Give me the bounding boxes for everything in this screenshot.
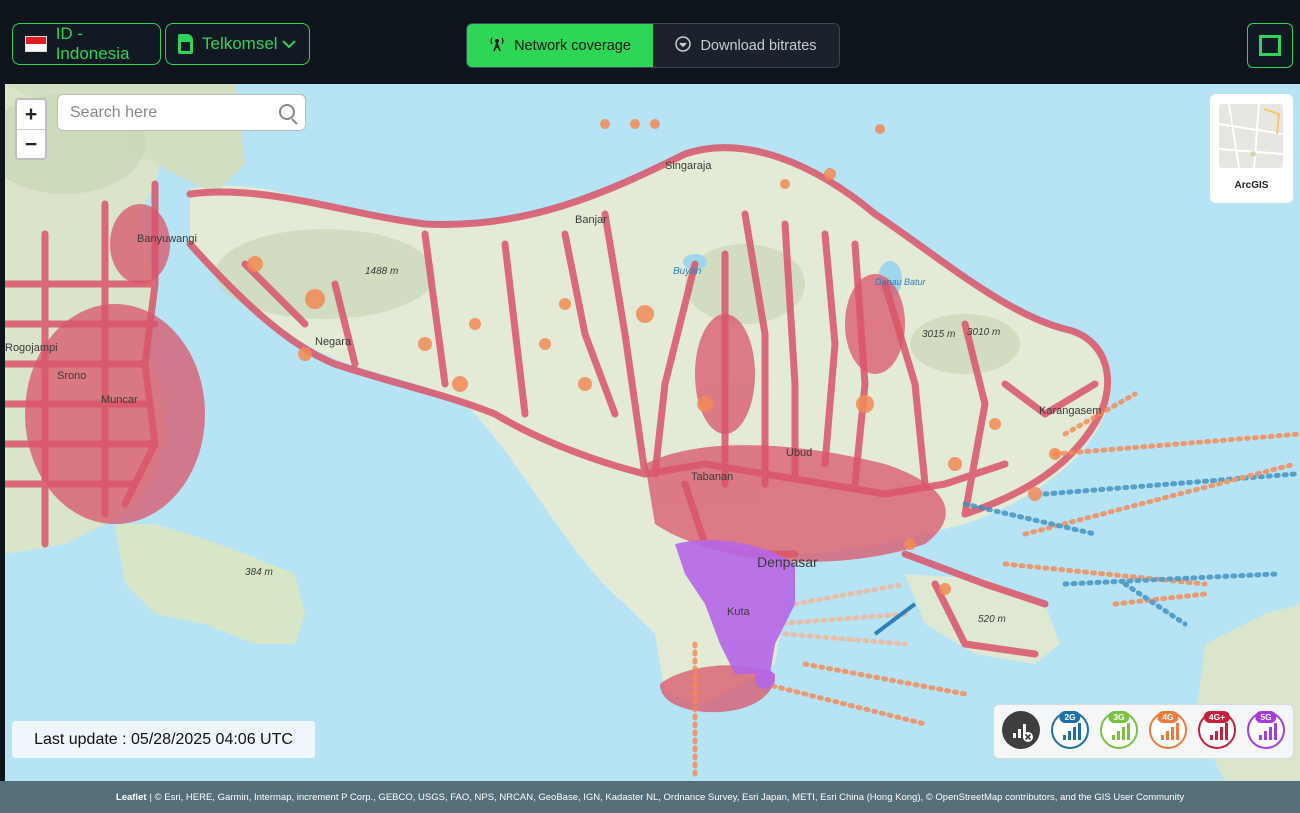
zoom-out-button[interactable]: − — [17, 130, 45, 159]
antenna-icon — [489, 36, 505, 56]
legend-5g-label: 5G — [1255, 711, 1277, 723]
legend-no-signal[interactable] — [1002, 711, 1040, 749]
indonesia-flag-icon — [25, 36, 47, 52]
java-peninsula-land — [115, 524, 305, 644]
search-box — [57, 94, 306, 131]
place-elevation-3010: 3010 m — [967, 327, 1000, 338]
leaflet-link[interactable]: Leaflet — [116, 792, 147, 803]
place-banjar: Banjar — [575, 214, 607, 226]
place-danau-batur: Danau Batur — [875, 277, 927, 287]
legend-3g[interactable]: 3G — [1100, 711, 1138, 749]
legend-5g[interactable]: 5G — [1247, 711, 1285, 749]
view-mode-tabs: Network coverage Download bitrates — [466, 23, 840, 68]
fullscreen-button[interactable] — [1247, 23, 1293, 68]
technology-legend: 2G 3G 4G 4G+ 5G — [993, 704, 1294, 759]
signal-bars-4g-icon — [1161, 723, 1179, 740]
place-rogojampi: Rogojampi — [5, 342, 58, 354]
legend-4g[interactable]: 4G — [1149, 711, 1187, 749]
last-update-text: Last update : 05/28/2025 04:06 UTC — [34, 730, 293, 748]
basemap-thumbnail — [1219, 104, 1283, 168]
download-circle-icon — [675, 35, 692, 56]
place-muncar: Muncar — [101, 394, 138, 406]
signal-bars-5g-icon — [1259, 723, 1277, 740]
legend-4g-label: 4G — [1157, 711, 1179, 723]
tab-download-bitrates[interactable]: Download bitrates — [653, 24, 839, 67]
zoom-control: + − — [15, 98, 47, 160]
legend-4g-plus-label: 4G+ — [1203, 711, 1231, 723]
place-elevation-1488: 1488 m — [365, 266, 398, 277]
search-icon[interactable] — [279, 104, 295, 120]
place-karangasem: Karangasem — [1039, 405, 1101, 417]
signal-bars-2g-icon — [1063, 723, 1081, 740]
map-canvas: Singaraja Banjar Banyuwangi 1488 m Buyan… — [5, 84, 1300, 781]
operator-select[interactable]: Telkomsel — [165, 23, 310, 65]
country-select[interactable]: ID - Indonesia — [12, 23, 161, 65]
place-banyuwangi: Banyuwangi — [137, 233, 197, 245]
tab-network-coverage[interactable]: Network coverage — [467, 24, 653, 67]
attribution-text: | © Esri, HERE, Garmin, Intermap, increm… — [149, 791, 1185, 803]
place-buyan: Buyan — [673, 266, 702, 277]
legend-2g-label: 2G — [1059, 711, 1081, 723]
place-kuta: Kuta — [727, 606, 751, 618]
basemap-label: ArcGIS — [1234, 180, 1269, 191]
map-attribution: Leaflet | © Esri, HERE, Garmin, Intermap… — [0, 781, 1300, 813]
basemap-switcher[interactable]: ArcGIS — [1210, 94, 1293, 203]
zoom-in-button[interactable]: + — [17, 100, 45, 129]
legend-2g[interactable]: 2G — [1051, 711, 1089, 749]
place-elevation-3015: 3015 m — [922, 329, 955, 340]
place-tabanan: Tabanan — [691, 471, 733, 483]
legend-3g-label: 3G — [1108, 711, 1130, 723]
place-denpasar: Denpasar — [757, 554, 818, 570]
legend-4g-plus[interactable]: 4G+ — [1198, 711, 1236, 749]
search-input[interactable] — [58, 95, 272, 131]
chevron-down-icon — [281, 36, 296, 53]
place-srono: Srono — [57, 370, 86, 382]
tab-download-bitrates-label: Download bitrates — [700, 37, 817, 54]
place-elevation-520: 520 m — [978, 614, 1006, 625]
signal-bars-3g-icon — [1112, 723, 1130, 740]
signal-bars-4g-plus-icon — [1210, 723, 1228, 740]
country-label: ID - Indonesia — [55, 24, 130, 63]
place-ubud: Ubud — [786, 447, 812, 459]
sim-card-icon — [178, 34, 193, 54]
coverage-map[interactable]: Singaraja Banjar Banyuwangi 1488 m Buyan… — [5, 84, 1300, 781]
place-singaraja: Singaraja — [665, 160, 712, 172]
tab-network-coverage-label: Network coverage — [514, 37, 631, 54]
channel-line — [873, 602, 917, 636]
top-bar: ID - Indonesia Telkomsel Network coverag… — [0, 0, 1300, 84]
place-negara: Negara — [315, 336, 352, 348]
last-update-panel: Last update : 05/28/2025 04:06 UTC — [12, 721, 315, 758]
operator-label: Telkomsel — [202, 34, 278, 53]
place-elevation-384: 384 m — [245, 567, 273, 578]
